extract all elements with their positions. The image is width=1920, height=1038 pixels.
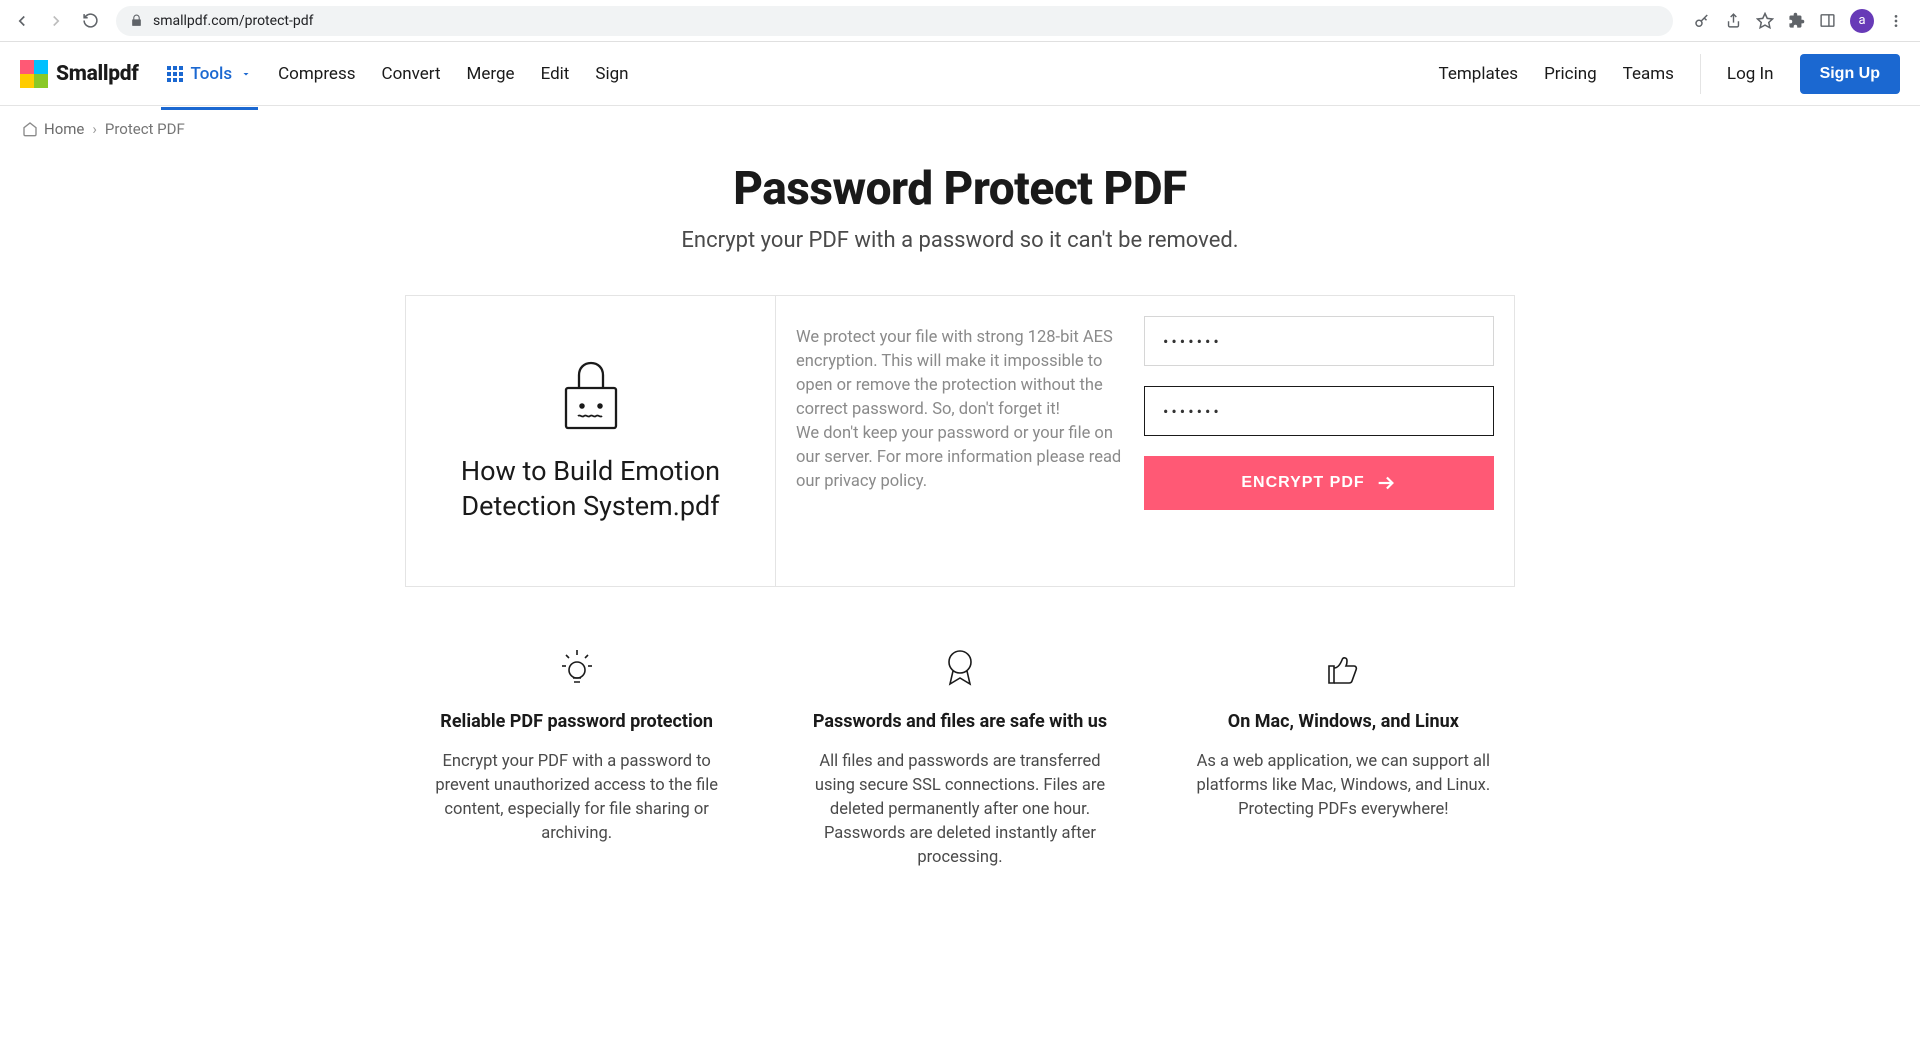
nav-pricing[interactable]: Pricing [1544,64,1597,84]
nav-convert[interactable]: Convert [382,64,441,84]
browser-chrome: smallpdf.com/protect-pdf a [0,0,1920,42]
breadcrumb-separator: › [92,120,97,138]
browser-address-bar[interactable]: smallpdf.com/protect-pdf [116,6,1673,36]
panel-icon[interactable] [1819,12,1836,29]
feature-title: On Mac, Windows, and Linux [1182,711,1505,732]
nav-edit[interactable]: Edit [541,64,570,84]
home-icon [22,121,38,137]
confirm-password-input[interactable] [1144,386,1494,436]
protect-card: How to Build Emotion Detection System.pd… [405,295,1515,587]
hero-section: Password Protect PDF Encrypt your PDF wi… [0,152,1920,283]
browser-url-text: smallpdf.com/protect-pdf [153,13,313,29]
page-subtitle: Encrypt your PDF with a password so it c… [20,228,1900,253]
feature-reliable: Reliable PDF password protection Encrypt… [405,647,748,870]
arrow-right-icon [1375,472,1397,494]
award-ribbon-icon [798,647,1121,689]
star-icon[interactable] [1756,12,1774,30]
signup-button[interactable]: Sign Up [1800,54,1900,94]
breadcrumb-current: Protect PDF [105,120,185,138]
logo-text: Smallpdf [56,62,139,86]
divider [1700,54,1701,94]
nav-compress[interactable]: Compress [278,64,355,84]
feature-body: All files and passwords are transferred … [798,750,1121,870]
nav-sign[interactable]: Sign [595,64,628,84]
right-nav: Templates Pricing Teams Log In Sign Up [1439,54,1900,94]
extensions-icon[interactable] [1788,12,1805,29]
nav-tools-dropdown[interactable]: Tools [167,64,253,90]
browser-forward-button[interactable] [42,7,70,35]
chevron-down-icon [240,68,252,80]
nav-teams[interactable]: Teams [1623,64,1674,84]
thumbs-up-icon [1182,647,1505,689]
share-icon[interactable] [1725,12,1742,29]
browser-back-button[interactable] [8,7,36,35]
features-section: Reliable PDF password protection Encrypt… [405,647,1515,870]
browser-reload-button[interactable] [76,7,104,35]
nav-merge[interactable]: Merge [467,64,515,84]
description-column: We protect your file with strong 128-bit… [776,296,1144,586]
browser-action-icons: a [1685,9,1912,33]
main-nav: Tools Compress Convert Merge Edit Sign [167,64,629,84]
page-content-viewport[interactable]: Smallpdf Tools Compress Convert Merge Ed… [0,42,1920,1038]
nav-templates[interactable]: Templates [1439,64,1519,84]
page-title: Password Protect PDF [20,162,1900,216]
lightbulb-icon [415,647,738,689]
lock-illustration-icon [562,358,620,432]
description-paragraph-2: We don't keep your password or your file… [796,422,1124,494]
feature-safe: Passwords and files are safe with us All… [788,647,1131,870]
feature-body: As a web application, we can support all… [1182,750,1505,822]
logo-mark-icon [20,60,48,88]
profile-avatar[interactable]: a [1850,9,1874,33]
description-paragraph-1: We protect your file with strong 128-bit… [796,326,1124,422]
site-header: Smallpdf Tools Compress Convert Merge Ed… [0,42,1920,106]
feature-title: Passwords and files are safe with us [798,711,1121,732]
kebab-menu-icon[interactable] [1888,13,1904,29]
form-column: ENCRYPT PDF [1144,296,1514,586]
uploaded-file-name: How to Build Emotion Detection System.pd… [436,454,745,524]
encrypt-button[interactable]: ENCRYPT PDF [1144,456,1494,510]
grid-icon [167,66,183,82]
lock-icon [130,14,143,27]
password-input[interactable] [1144,316,1494,366]
breadcrumb-home[interactable]: Home [22,120,84,138]
encrypt-button-label: ENCRYPT PDF [1241,474,1364,492]
feature-title: Reliable PDF password protection [415,711,738,732]
file-column: How to Build Emotion Detection System.pd… [406,296,776,586]
login-link[interactable]: Log In [1727,64,1774,84]
feature-body: Encrypt your PDF with a password to prev… [415,750,738,846]
key-icon[interactable] [1693,12,1711,30]
breadcrumb: Home › Protect PDF [0,106,1920,152]
nav-tools-label: Tools [191,64,233,84]
feature-platforms: On Mac, Windows, and Linux As a web appl… [1172,647,1515,870]
site-logo[interactable]: Smallpdf [20,60,139,88]
